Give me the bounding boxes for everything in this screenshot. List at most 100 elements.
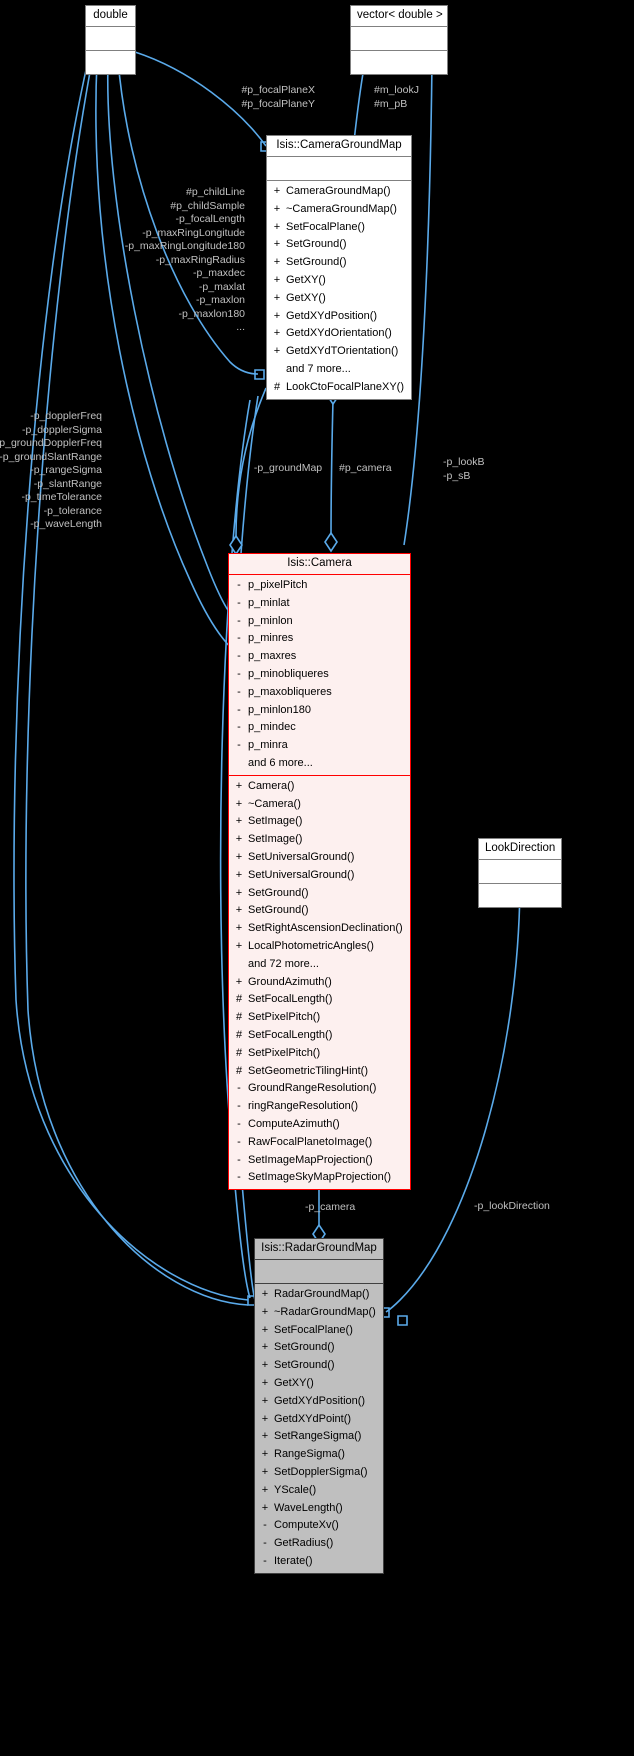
member-visibility: + — [235, 868, 243, 881]
class-member-row: and 7 more... — [267, 361, 411, 379]
member-name: Camera() — [248, 779, 295, 792]
member-visibility: + — [261, 1305, 269, 1318]
class-node-vector-double[interactable]: vector< double > — [350, 5, 448, 75]
member-name: GetdXYdPoint() — [274, 1412, 352, 1425]
member-name: GroundAzimuth() — [248, 975, 332, 988]
class-member-row: - ComputeXv() — [255, 1517, 383, 1535]
member-visibility: + — [273, 309, 281, 322]
class-member-row: + GetdXYdPosition() — [255, 1393, 383, 1411]
class-member-row: - p_minra — [229, 737, 410, 755]
class-methods-look-direction — [479, 884, 561, 907]
member-name: LookCtoFocalPlaneXY() — [286, 380, 405, 393]
member-name: LocalPhotometricAngles() — [248, 939, 374, 952]
edge-camera-cameragroundmap-ref — [330, 399, 334, 541]
member-name: Iterate() — [274, 1554, 313, 1567]
member-visibility: + — [261, 1430, 269, 1443]
class-methods-camera: + Camera() + ~Camera() + SetImage() + SetImage(… — [229, 776, 410, 1189]
member-name: GetXY() — [286, 291, 326, 304]
member-name: SetImage() — [248, 833, 303, 846]
member-visibility: + — [261, 1501, 269, 1514]
member-visibility: + — [235, 886, 243, 899]
member-visibility: # — [235, 1011, 243, 1024]
member-visibility: + — [273, 185, 281, 197]
member-visibility: - — [237, 579, 241, 591]
member-visibility: + — [261, 1359, 269, 1372]
class-title-double: double — [93, 9, 128, 21]
class-member-row: + SetDopplerSigma() — [255, 1464, 383, 1482]
member-name: SetGround() — [248, 886, 309, 899]
class-member-row: + ~RadarGroundMap() — [255, 1304, 383, 1322]
class-title-vector-double: vector< double > — [357, 9, 443, 21]
class-member-row: + GetdXYdOrientation() — [267, 325, 411, 343]
member-name: ringRangeResolution() — [248, 1100, 359, 1113]
class-member-row: + GetdXYdPosition() — [267, 308, 411, 326]
member-visibility: - — [263, 1537, 267, 1550]
class-node-camera-ground-map[interactable]: Isis::CameraGroundMap + CameraGroundMap()… — [266, 135, 412, 400]
class-member-row: # SetPixelPitch() — [229, 1009, 410, 1027]
member-visibility: + — [261, 1341, 269, 1354]
member-name: WaveLength() — [274, 1501, 343, 1514]
class-member-row: + SetGround() — [255, 1357, 383, 1375]
member-name: SetGround() — [286, 238, 347, 251]
edge-label-camera-members: #p_childLine #p_childSample -p_focalLeng… — [124, 186, 245, 333]
member-name: SetUniversalGround() — [248, 850, 355, 863]
member-name: SetPixelPitch() — [248, 1046, 321, 1059]
member-name: and 7 more... — [286, 362, 351, 375]
member-visibility: - — [237, 1100, 241, 1113]
edge-double-cameragroundmap-members — [117, 59, 259, 375]
member-visibility: + — [235, 904, 243, 917]
member-visibility: + — [273, 220, 281, 233]
class-member-row: + GetdXYdPoint() — [255, 1411, 383, 1429]
class-member-row: - p_maxres — [229, 648, 410, 666]
class-node-camera[interactable]: Isis::Camera - p_pixelPitch - p_minlat - p_mi… — [228, 553, 411, 1191]
class-member-row: - p_minlon — [229, 613, 410, 631]
class-member-row: - GetRadius() — [255, 1535, 383, 1553]
member-visibility: + — [261, 1412, 269, 1425]
member-name: SetGeometricTilingHint() — [248, 1064, 369, 1077]
class-member-row: + SetRangeSigma() — [255, 1428, 383, 1446]
class-member-row: # SetGeometricTilingHint() — [229, 1063, 410, 1081]
edge-double-cameragroundmap — [134, 51, 267, 147]
member-name: CameraGroundMap() — [286, 185, 391, 197]
class-attributes-look-direction — [479, 860, 561, 883]
class-member-row: + SetGround() — [255, 1339, 383, 1357]
member-name: SetPixelPitch() — [248, 1011, 321, 1024]
class-methods-camera-ground-map: + CameraGroundMap() + ~CameraGroundMap() + Se… — [267, 181, 411, 399]
member-name: SetGround() — [248, 904, 309, 917]
member-name: ComputeXv() — [274, 1519, 339, 1532]
edge-label-camera-ref-top: #p_camera — [339, 462, 392, 474]
class-attributes-camera-ground-map — [267, 157, 411, 180]
class-member-row: and 6 more... — [229, 755, 410, 773]
class-title-camera: Isis::Camera — [287, 557, 352, 569]
member-name: and 6 more... — [248, 756, 313, 769]
arrow-radar-right — [397, 1315, 408, 1326]
member-name: RangeSigma() — [274, 1448, 345, 1461]
class-member-row: + SetUniversalGround() — [229, 867, 410, 885]
class-member-row: + SetImage() — [229, 831, 410, 849]
member-name: ~Camera() — [248, 797, 301, 810]
class-member-row: + ~CameraGroundMap() — [267, 201, 411, 219]
member-visibility: - — [237, 703, 241, 716]
member-name: SetImageMapProjection() — [248, 1153, 373, 1166]
class-node-radar-ground-map[interactable]: Isis::RadarGroundMap + RadarGroundMap() + ~… — [254, 1238, 384, 1574]
class-node-look-direction[interactable]: LookDirection — [478, 838, 562, 908]
class-methods-double — [86, 51, 135, 74]
edge-double-camera-b — [95, 60, 248, 661]
class-member-row: + RadarGroundMap() — [255, 1286, 383, 1304]
member-name: SetImage() — [248, 815, 303, 828]
edge-label-radar-members: -p_dopplerFreq -p_dopplerSigma -p_ground… — [0, 410, 102, 530]
class-member-row: - GroundRangeResolution() — [229, 1080, 410, 1098]
class-node-double[interactable]: double — [85, 5, 136, 75]
member-name: SetDopplerSigma() — [274, 1465, 368, 1478]
member-visibility: + — [273, 256, 281, 269]
member-name: GetdXYdPosition() — [274, 1394, 366, 1407]
member-visibility: + — [273, 202, 281, 215]
class-member-row: # SetFocalLength() — [229, 1027, 410, 1045]
member-visibility: # — [235, 1046, 243, 1059]
member-name: SetFocalPlane() — [274, 1323, 353, 1336]
member-visibility: + — [235, 850, 243, 863]
class-member-row: - ringRangeResolution() — [229, 1098, 410, 1116]
member-name: YScale() — [274, 1483, 317, 1496]
class-member-row: - SetImageMapProjection() — [229, 1152, 410, 1170]
member-name: GetdXYdTOrientation() — [286, 345, 399, 358]
